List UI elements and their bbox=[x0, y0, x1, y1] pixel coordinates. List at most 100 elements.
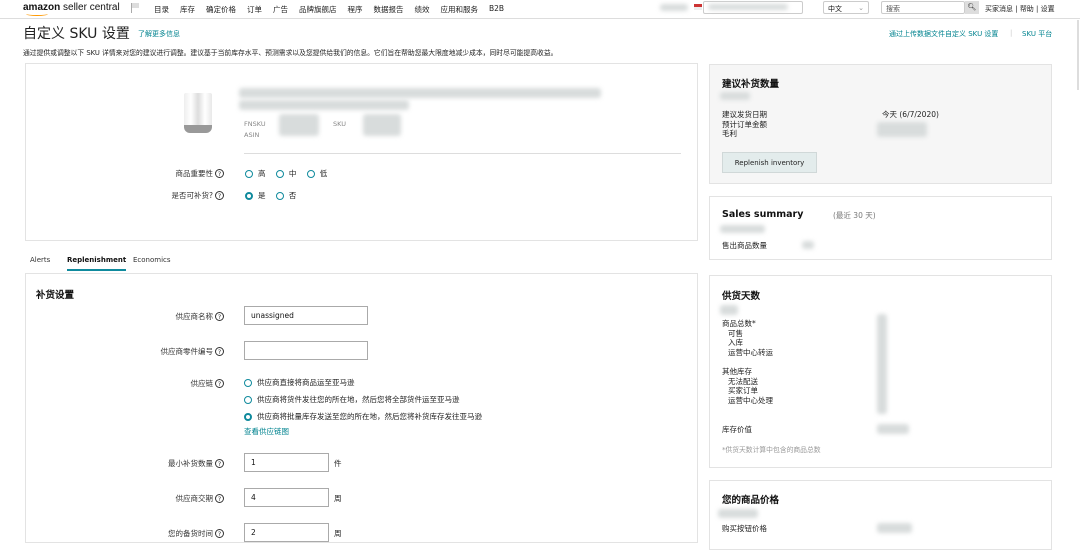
inventory-value-label: 库存价值 bbox=[722, 425, 752, 434]
supplier-name-label: 供应商名称 bbox=[175, 312, 214, 321]
help-icon[interactable]: ? bbox=[215, 191, 224, 200]
fc-processing-label: 运营中心处理 bbox=[728, 395, 773, 405]
sales-summary-card: Sales summary (最近 30 天) 售出商品数量 bbox=[709, 196, 1052, 260]
help-icon[interactable]: ? bbox=[215, 312, 224, 321]
inbound-label: 入库 bbox=[728, 338, 743, 347]
other-inventory-label: 其他库存 bbox=[722, 367, 752, 376]
replenishment-panel: 补货设置 供应商名称? unassigned 供应商零件编号? 供应链? 供应商… bbox=[25, 273, 698, 543]
card-title: 您的商品价格 bbox=[722, 495, 780, 506]
flag-icon[interactable] bbox=[131, 3, 139, 13]
period-label: (最近 30 天) bbox=[833, 211, 876, 220]
page-title: 自定义 SKU 设置 bbox=[23, 26, 130, 42]
replenishable-no-radio[interactable] bbox=[275, 192, 284, 200]
scrollbar[interactable] bbox=[1077, 20, 1079, 90]
help-icon[interactable]: ? bbox=[215, 169, 224, 178]
importance-high-radio[interactable] bbox=[245, 170, 253, 178]
min-qty-label: 最小补货数量 bbox=[168, 459, 213, 468]
customer-orders-label: 买家订单 bbox=[728, 386, 758, 395]
us-flag-icon bbox=[694, 4, 702, 10]
units-sold-label: 售出商品数量 bbox=[722, 241, 767, 250]
unit-label: 件 bbox=[334, 459, 342, 468]
margin-label: 毛利 bbox=[722, 129, 737, 138]
option-label: 低 bbox=[319, 169, 328, 178]
option-label: 供应商将货件发往您的所在地，然后您将全部货件运至亚马逊 bbox=[257, 395, 460, 404]
help-icon[interactable]: ? bbox=[215, 529, 224, 538]
min-qty-input[interactable]: 1 bbox=[244, 453, 329, 472]
nav-inventory[interactable]: 库存 bbox=[180, 4, 195, 15]
option-label: 供应商直接将商品运至亚马逊 bbox=[257, 378, 355, 387]
replenishable-label: 是否可补货? bbox=[171, 191, 213, 200]
product-panel: FNSKU SKU ASIN 商品重要性? 高 中 低 是否可补货?? 是 否 bbox=[25, 63, 698, 241]
help-icon[interactable]: ? bbox=[215, 347, 224, 356]
importance-low-radio[interactable] bbox=[306, 170, 315, 178]
supplier-name-input[interactable]: unassigned bbox=[244, 306, 368, 325]
importance-label: 商品重要性 bbox=[175, 169, 214, 178]
nav-stores[interactable]: 品牌旗舰店 bbox=[299, 4, 337, 15]
nav-programs[interactable]: 程序 bbox=[348, 4, 363, 15]
importance-medium-radio[interactable] bbox=[275, 170, 284, 178]
unit-label: 周 bbox=[334, 529, 342, 538]
unit-label: 周 bbox=[334, 494, 342, 503]
help-icon[interactable]: ? bbox=[215, 459, 224, 468]
supply-chain-radio-3[interactable] bbox=[244, 413, 252, 421]
replenishable-yes-radio[interactable] bbox=[245, 192, 253, 200]
buybox-price-label: 购买按钮价格 bbox=[722, 524, 767, 533]
option-label: 是 bbox=[258, 191, 266, 200]
your-price-card: 您的商品价格 购买按钮价格 bbox=[709, 480, 1052, 550]
suggested-quantity-card: 建议补货数量 建议发货日期 预计订单金额 毛利 今天 (6/7/2020) Re… bbox=[709, 64, 1052, 184]
unfulfillable-label: 无法配送 bbox=[728, 376, 758, 386]
ship-date-label: 建议发货日期 bbox=[722, 110, 767, 119]
nav-b2b[interactable]: B2B bbox=[489, 4, 504, 15]
total-units-label: 商品总数* bbox=[722, 319, 756, 328]
help-icon[interactable]: ? bbox=[215, 379, 224, 388]
lead-time-label: 供应商交期 bbox=[175, 494, 214, 503]
prep-time-input[interactable]: 2 bbox=[244, 523, 329, 542]
search-icon[interactable]: 🔍︎ bbox=[965, 1, 979, 14]
nav-pricing[interactable]: 确定价格 bbox=[206, 4, 236, 15]
sku-label: SKU bbox=[333, 120, 346, 128]
card-title: 建议补货数量 bbox=[722, 79, 780, 90]
amazon-logo[interactable]: amazon seller central bbox=[23, 2, 120, 16]
option-label: 高 bbox=[258, 169, 266, 178]
replenishment-title: 补货设置 bbox=[36, 290, 75, 301]
supply-chain-radio-1[interactable] bbox=[244, 379, 252, 387]
supply-chain-radio-2[interactable] bbox=[244, 396, 252, 404]
search-input[interactable]: 搜索 bbox=[881, 1, 965, 14]
top-nav: amazon seller central 目录 库存 确定价格 订单 广告 品… bbox=[0, 0, 1080, 19]
replenish-inventory-button[interactable]: Replenish inventory bbox=[722, 152, 817, 173]
option-label: 供应商将批量库存发送至您的所在地，然后您将补货库存发往亚马逊 bbox=[257, 412, 482, 421]
order-amount-label: 预计订单金额 bbox=[722, 119, 767, 129]
days-of-supply-card: 供货天数 商品总数* 可售 入库 运营中心转运 其他库存 无法配送 买家订单 运… bbox=[709, 275, 1052, 468]
tab-replenishment[interactable]: Replenishment bbox=[67, 256, 127, 271]
lead-time-input[interactable]: 4 bbox=[244, 488, 329, 507]
nav-catalog[interactable]: 目录 bbox=[154, 4, 169, 15]
help-icon[interactable]: ? bbox=[215, 494, 224, 503]
footnote: *供货天数计算中包含的商品总数 bbox=[722, 446, 821, 454]
prep-time-label: 您的备货时间 bbox=[168, 529, 213, 538]
nav-ads[interactable]: 广告 bbox=[273, 4, 288, 15]
language-select[interactable]: 中文 ⌄ bbox=[823, 1, 869, 14]
tab-alerts[interactable]: Alerts bbox=[30, 256, 50, 264]
buyer-messages-link[interactable]: 买家消息 bbox=[985, 5, 1013, 13]
option-label: 否 bbox=[288, 191, 297, 200]
asin-label: ASIN bbox=[244, 131, 260, 139]
settings-link[interactable]: 设置 bbox=[1041, 5, 1055, 13]
help-link[interactable]: 帮助 bbox=[1020, 5, 1034, 13]
nav-orders[interactable]: 订单 bbox=[247, 4, 262, 15]
nav-performance[interactable]: 绩效 bbox=[415, 4, 430, 15]
nav-apps[interactable]: 应用和服务 bbox=[441, 4, 479, 15]
fnsku-label: FNSKU bbox=[244, 120, 266, 128]
view-supply-chain-link[interactable]: 查看供应链图 bbox=[244, 426, 289, 437]
upload-file-link[interactable]: 通过上传数据文件自定义 SKU 设置 bbox=[889, 29, 998, 39]
nav-reports[interactable]: 数据报告 bbox=[374, 4, 404, 15]
sku-platform-link[interactable]: SKU 平台 bbox=[1022, 29, 1052, 39]
ship-date-value: 今天 (6/7/2020) bbox=[882, 110, 939, 119]
marketplace-select[interactable] bbox=[703, 1, 803, 14]
supply-chain-label: 供应链 bbox=[190, 379, 214, 388]
tab-economics[interactable]: Economics bbox=[133, 256, 171, 264]
supplier-part-input[interactable] bbox=[244, 341, 368, 360]
page-description: 通过提供或调整以下 SKU 详情来对您的建议进行调整。建议基于当前库存水平、预测… bbox=[23, 49, 558, 57]
product-image bbox=[174, 91, 220, 137]
product-title-redacted bbox=[239, 88, 601, 98]
learn-more-link[interactable]: 了解更多信息 bbox=[138, 29, 180, 39]
